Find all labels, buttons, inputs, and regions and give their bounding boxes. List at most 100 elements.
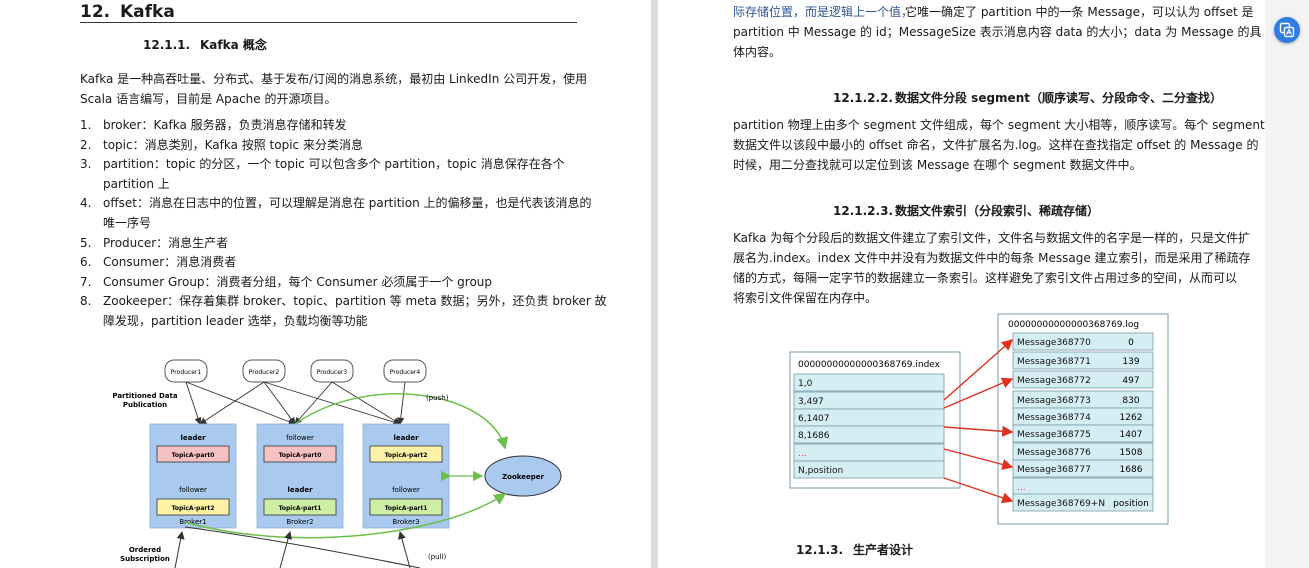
zookeeper-label: Zookeeper xyxy=(502,473,544,481)
partition-label: TopicA-part0 xyxy=(172,452,215,459)
index-log-diagram: 00000000000000368769.index 1,0 3,497 6,1407… xyxy=(789,313,1169,525)
log-position: 0 xyxy=(1128,338,1134,348)
log-position: 1508 xyxy=(1120,448,1143,458)
partitioned-label-2: Publication xyxy=(123,401,167,409)
list-item-text: partition 上 xyxy=(103,176,170,191)
producer-arrow xyxy=(294,381,333,425)
subscription-arrow xyxy=(398,531,411,568)
left-page: 12. Kafka 12.1.1. Kafka 概念 Kafka 是一种高吞吐量… xyxy=(0,0,651,568)
producer-arrow xyxy=(199,381,265,425)
continued-text-line-3: 体内容。 xyxy=(733,45,782,59)
partition-label: TopicA-part0 xyxy=(279,452,322,459)
index-paragraph-line-1: Kafka 为每个分段后的数据文件建立了索引文件，文件名与数据文件的名字是一样的… xyxy=(733,231,1251,245)
index-file-title: 00000000000000368769.index xyxy=(798,360,941,370)
translate-button[interactable] xyxy=(1274,17,1300,43)
partition-label: TopicA-part2 xyxy=(385,452,428,459)
list-item-number: 2. xyxy=(80,137,92,152)
list-item-number: 3. xyxy=(80,157,92,172)
list-item-text: 唯一序号 xyxy=(103,216,152,230)
section-12-1-2-3-title: 数据文件索引（分段索引、稀疏存储） xyxy=(895,204,1100,218)
page-gutter xyxy=(651,0,658,568)
log-message: Message368771 xyxy=(1017,357,1091,367)
continued-text-line-1: 它唯一确定了 partition 中的一条 Message，可以认为 offse… xyxy=(905,5,1254,19)
log-position: 1686 xyxy=(1120,465,1143,475)
section-12-1-2-3-number: 12.1.2.3. xyxy=(833,204,893,218)
heading-rule xyxy=(80,22,577,23)
broker-role: leader xyxy=(393,434,419,442)
broker-name: Broker3 xyxy=(392,518,419,526)
log-message: Message368773 xyxy=(1017,396,1091,406)
producer-label: Producer4 xyxy=(390,369,421,376)
log-position: 830 xyxy=(1122,396,1139,406)
producer-label: Producer1 xyxy=(171,369,202,376)
partition-label: TopicA-part1 xyxy=(385,505,428,512)
index-row xyxy=(793,373,945,392)
log-message: Message368775 xyxy=(1017,430,1091,440)
list-item-text: Producer：消息生产者 xyxy=(103,235,229,250)
segment-paragraph-line-1: partition 物理上由多个 segment 文件组成，每个 segment… xyxy=(733,118,1265,132)
ordered-label-1: Ordered xyxy=(129,546,161,554)
broker-role: follower xyxy=(286,434,314,442)
pull-label: (pull) xyxy=(428,553,447,561)
log-file-title: 00000000000000368769.log xyxy=(1008,320,1139,330)
producer-label: Producer2 xyxy=(249,369,280,376)
ordered-label-2: Subscription xyxy=(120,555,170,563)
partition-label: TopicA-part2 xyxy=(172,505,215,512)
producer-label: Producer3 xyxy=(317,369,348,376)
list-item-text: Zookeeper：保存着集群 broker、topic、partition 等… xyxy=(103,294,607,309)
segment-paragraph-line-3: 时候，用二分查找就可以定位到该 Message 在哪个 segment 数据文件… xyxy=(733,158,1142,172)
continued-text-line-2: partition 中 Message 的 id；MessageSize 表示消… xyxy=(733,25,1262,39)
subscription-arrow xyxy=(174,531,185,568)
log-message: ... xyxy=(1017,483,1026,493)
list-item-text: Consumer Group：消费者分组，每个 Consumer 必须属于一个 … xyxy=(103,274,493,289)
list-item-text: 障发现，partition leader 选举，负载均衡等功能 xyxy=(103,314,368,328)
log-row xyxy=(1012,477,1154,496)
index-paragraph-line-3: 储的方式，每隔一定字节的数据建立一条索引。这样避免了索引文件占用过多的空间，从而… xyxy=(733,271,1238,285)
producer-arrow xyxy=(185,381,296,426)
partition-label: TopicA-part1 xyxy=(279,505,322,512)
right-page: 际存储位置，而是逻辑上一个值， 它唯一确定了 partition 中的一条 Me… xyxy=(658,0,1265,568)
log-message: Message368774 xyxy=(1017,413,1091,423)
log-position: 1407 xyxy=(1120,430,1143,440)
index-entry: ... xyxy=(798,449,807,459)
broker-role: follower xyxy=(392,486,420,494)
index-paragraph-line-2: 展名为.index。index 文件中并没有为数据文件中的每条 Message … xyxy=(733,251,1251,265)
broker-role: leader xyxy=(287,486,313,494)
producer-arrow xyxy=(185,381,202,425)
subheading-number: 12.1.1. xyxy=(143,38,191,52)
broker-name: Broker2 xyxy=(286,518,313,526)
list-item-text: offset：消息在日志中的位置，可以理解是消息在 partition 上的偏移… xyxy=(103,196,592,211)
list-item-text: broker：Kafka 服务器，负责消息存储和转发 xyxy=(103,118,347,132)
log-message: Message368776 xyxy=(1017,448,1091,458)
broker-role: leader xyxy=(180,434,206,442)
log-message: Message368769+N xyxy=(1017,499,1105,509)
section-12-1-2-2-number: 12.1.2.2. xyxy=(833,91,893,105)
list-item-number: 1. xyxy=(80,118,92,132)
list-item-number: 8. xyxy=(80,294,92,309)
section-12-1-2-2-title: 数据文件分段 segment（顺序读写、分段命令、二分查找） xyxy=(895,91,1222,105)
heading-title: Kafka xyxy=(120,2,175,22)
kafka-architecture-diagram: Producer1 Producer2 Producer3 Producer4 Par… xyxy=(112,359,562,568)
section-12-1-3-number: 12.1.3. xyxy=(796,543,844,557)
section-12-1-3-title: 生产者设计 xyxy=(853,543,914,557)
index-entry: 1,0 xyxy=(798,379,813,389)
subheading-title: Kafka 概念 xyxy=(200,38,267,52)
list-item-number: 5. xyxy=(80,235,92,250)
intro-line-2: Scala 语言编写，目前是 Apache 的开源项目。 xyxy=(80,92,337,106)
heading-number: 12. xyxy=(80,2,111,22)
producer-arrow xyxy=(397,381,406,425)
log-position: 497 xyxy=(1122,376,1139,386)
continued-text-highlight: 际存储位置，而是逻辑上一个值， xyxy=(733,5,914,19)
push-label: (push) xyxy=(426,394,449,402)
index-paragraph-line-4: 将索引文件保留在内存中。 xyxy=(733,291,878,305)
translate-icon xyxy=(1279,22,1295,38)
list-item-text: topic：消息类别，Kafka 按照 topic 来分类消息 xyxy=(103,137,363,152)
list-item-number: 6. xyxy=(80,255,92,270)
log-message: Message368770 xyxy=(1017,338,1091,348)
log-message: Message368777 xyxy=(1017,465,1091,475)
index-entry: N,position xyxy=(798,466,843,476)
index-entry: 6,1407 xyxy=(798,414,830,424)
index-entry: 3,497 xyxy=(798,397,824,407)
index-entry: 8,1686 xyxy=(798,431,830,441)
segment-paragraph-line-2: 数据文件以该段中最小的 offset 命名，文件扩展名为.log。这样在查找指定… xyxy=(733,138,1259,152)
